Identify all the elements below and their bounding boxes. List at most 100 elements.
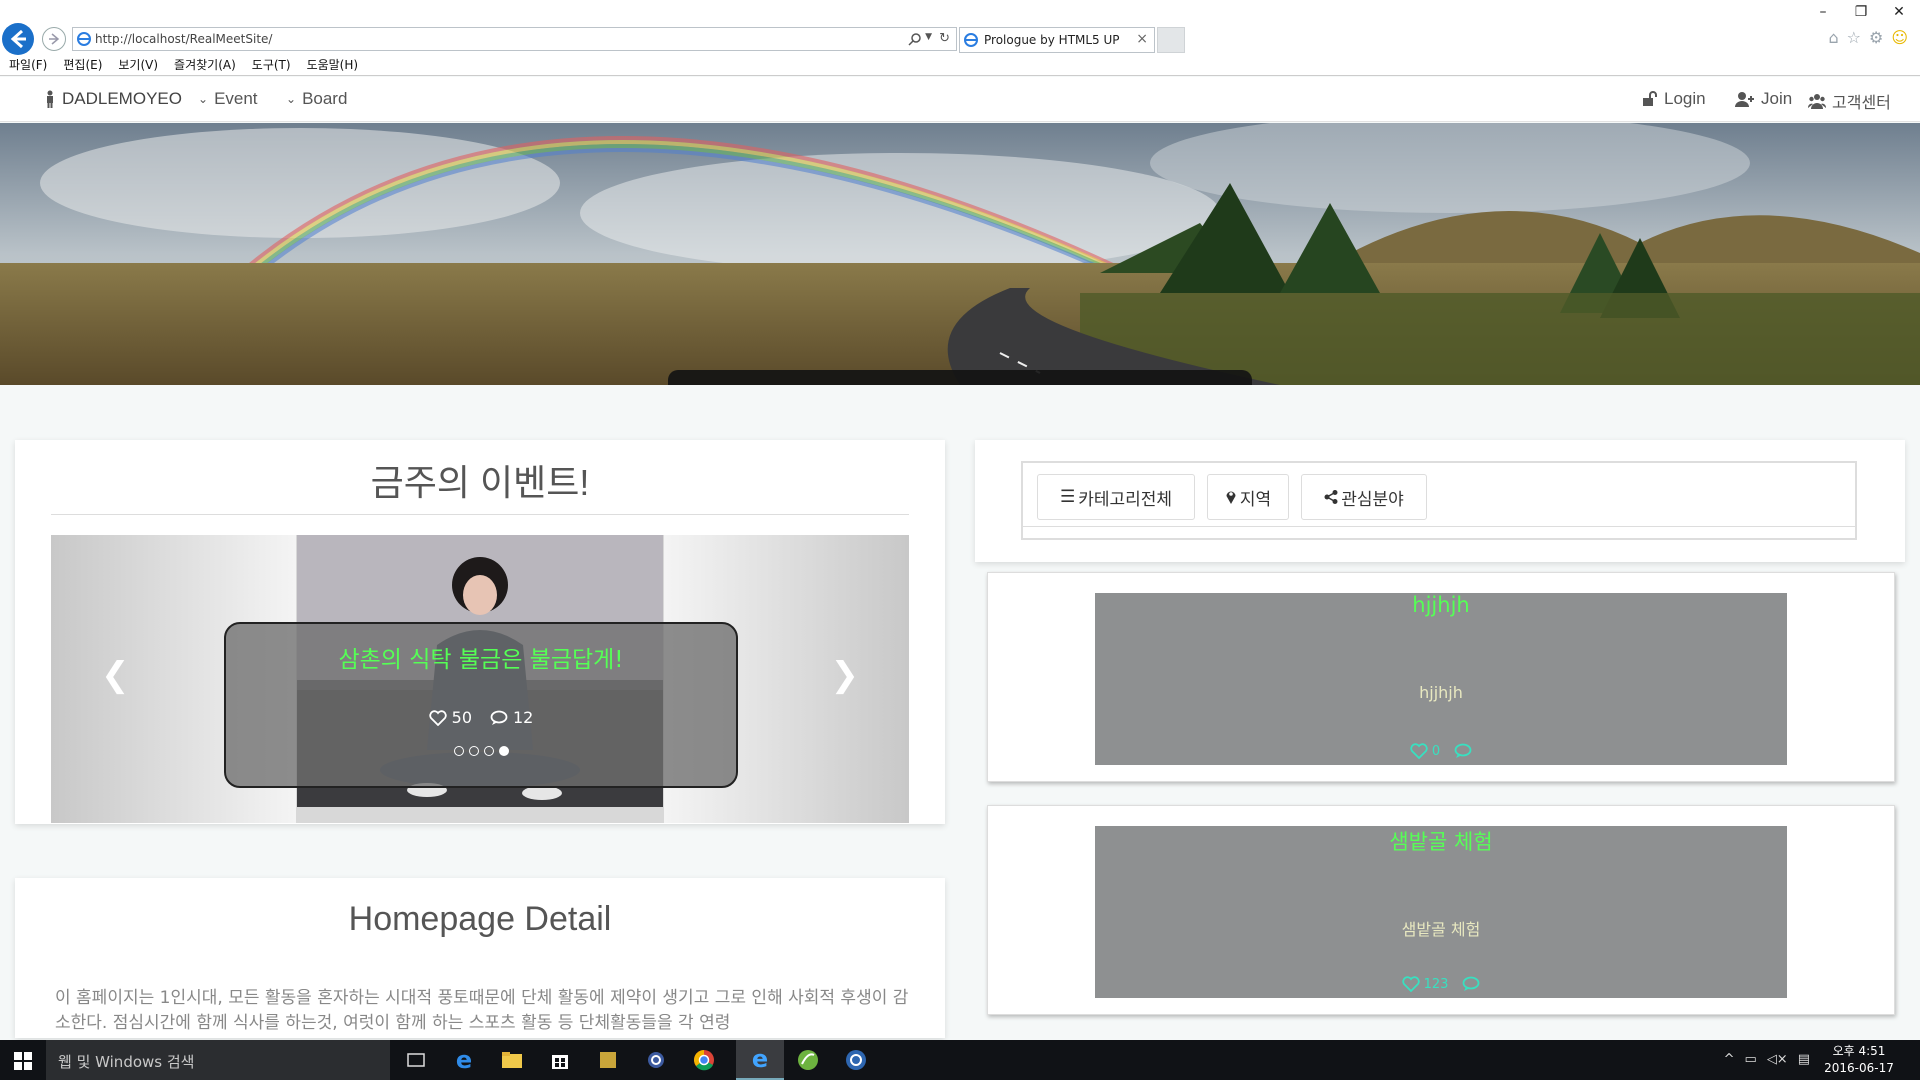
browser-tab[interactable]: Prologue by HTML5 UP ×: [959, 27, 1155, 53]
address-bar[interactable]: http://localhost/RealMeetSite/ ▼ ↻: [72, 27, 957, 51]
region-filter-label: 지역: [1239, 489, 1272, 510]
card-subtitle: 샘밭골 체험: [1401, 920, 1481, 939]
heart-icon[interactable]: [428, 709, 447, 726]
card-image: hjjhjh hjjhjh 0: [1095, 593, 1787, 765]
interest-filter-label: 관심분야: [1341, 489, 1404, 510]
carousel-indicator-dot[interactable]: [468, 746, 479, 756]
windows-taskbar: 웹 및 Windows 검색 e e ^ ▭ ◁× ▤ 오후 4:51 2016…: [0, 1040, 1920, 1080]
taskbar-search[interactable]: 웹 및 Windows 검색: [46, 1040, 390, 1080]
search-icon[interactable]: [908, 32, 922, 46]
smiley-icon[interactable]: ☺: [1891, 28, 1908, 47]
menu-view[interactable]: 보기(V): [118, 56, 158, 74]
event-carousel[interactable]: ❮ ❯ 삼촌의 식탁 불금은 불금답게! 50 12: [51, 535, 909, 823]
nav-join[interactable]: Join: [1735, 89, 1792, 109]
hero-title: DadleMoyeo에 오신 것을 환영합니다.: [668, 370, 1252, 385]
heart-icon[interactable]: [1401, 976, 1420, 992]
card-title[interactable]: hjjhjh: [1095, 593, 1787, 617]
menu-help[interactable]: 도움말(H): [307, 56, 359, 74]
carousel-indicator-dot[interactable]: [498, 746, 509, 756]
chevron-down-icon[interactable]: ▼: [925, 32, 932, 42]
notification-icon[interactable]: ▤: [1798, 1052, 1810, 1067]
close-window-button[interactable]: ✕: [1884, 4, 1914, 20]
spring-tool-icon[interactable]: [784, 1040, 832, 1080]
edge-browser-icon[interactable]: e: [440, 1040, 488, 1080]
ie-page-icon: [964, 33, 978, 47]
new-tab-button[interactable]: [1157, 27, 1185, 53]
file-explorer-icon[interactable]: [488, 1040, 536, 1080]
card-image: 샘밭골 체험 샘밭골 체험 123: [1095, 826, 1787, 998]
browser-toolbar-icons: ⌂ ☆ ⚙ ☺: [1828, 28, 1908, 47]
chevron-left-icon[interactable]: ❮: [101, 655, 130, 695]
menu-tools[interactable]: 도구(T): [252, 56, 291, 74]
store-icon[interactable]: [536, 1040, 584, 1080]
card-subtitle: hjjhjh: [1419, 683, 1463, 702]
person-icon: [47, 90, 53, 108]
card-stats: 0: [1095, 743, 1787, 759]
nav-event[interactable]: ⌄ Event: [198, 89, 258, 109]
menu-edit[interactable]: 편집(E): [63, 56, 102, 74]
divider: [51, 514, 909, 515]
favorites-star-icon[interactable]: ☆: [1847, 28, 1861, 47]
landscape-image: [0, 123, 1920, 385]
volume-muted-icon[interactable]: ◁×: [1767, 1052, 1788, 1067]
chevron-right-icon[interactable]: ❯: [831, 655, 860, 695]
task-view-icon[interactable]: [392, 1040, 440, 1080]
browser-chrome: http://localhost/RealMeetSite/ ▼ ↻ Prolo…: [0, 0, 1920, 76]
brand-label: DADLEMOYEO: [62, 89, 182, 108]
heart-icon[interactable]: [1410, 743, 1428, 759]
refresh-icon[interactable]: ↻: [939, 31, 950, 46]
app-icon[interactable]: [632, 1040, 680, 1080]
menu-favorites[interactable]: 즐겨찾기(A): [174, 56, 236, 74]
card-title[interactable]: 샘밭골 체험: [1095, 826, 1787, 856]
map-marker-icon: [1226, 491, 1236, 504]
nav-login[interactable]: Login: [1642, 89, 1706, 109]
forward-button[interactable]: [42, 27, 66, 51]
internet-explorer-icon[interactable]: e: [736, 1040, 784, 1080]
network-icon[interactable]: ▭: [1745, 1052, 1757, 1067]
region-filter-button[interactable]: 지역: [1207, 474, 1289, 520]
interest-filter-button[interactable]: 관심분야: [1301, 474, 1427, 520]
chrome-icon[interactable]: [680, 1040, 728, 1080]
nav-support[interactable]: 고객센터: [1808, 89, 1891, 113]
slide-likes: 50: [428, 708, 472, 727]
category-filter-label: 카테고리전체: [1078, 489, 1173, 510]
comment-icon[interactable]: [490, 710, 508, 726]
restore-button[interactable]: ❐: [1846, 4, 1876, 20]
app-icon[interactable]: [832, 1040, 880, 1080]
site-navbar: DADLEMOYEO ⌄ Event ⌄ Board Login Join 고객…: [0, 77, 1920, 122]
nav-support-label: 고객센터: [1832, 95, 1891, 112]
back-button[interactable]: [2, 23, 34, 55]
list-icon: ☰: [1059, 487, 1076, 507]
event-section-title: 금주의 이벤트!: [370, 462, 590, 503]
minimize-button[interactable]: –: [1808, 4, 1838, 20]
carousel-indicators: [226, 746, 736, 756]
ie-page-icon: [77, 32, 91, 46]
menu-bar: 파일(F) 편집(E) 보기(V) 즐겨찾기(A) 도구(T) 도움말(H): [0, 56, 358, 74]
carousel-indicator-dot[interactable]: [453, 746, 464, 756]
comment-icon[interactable]: [1462, 976, 1480, 992]
clock-date: 2016-06-17: [1824, 1061, 1894, 1075]
detail-section-body: 이 홈페이지는 1인시대, 모든 활동을 혼자하는 시대적 풍토때문에 단체 활…: [55, 988, 909, 1033]
gear-icon[interactable]: ⚙: [1869, 28, 1883, 47]
app-icon[interactable]: [584, 1040, 632, 1080]
card-likes-count: 123: [1423, 976, 1449, 992]
windows-start-icon[interactable]: [14, 1052, 32, 1070]
hero-banner: DadleMoyeo에 오신 것을 환영합니다.: [0, 123, 1920, 385]
card-stats: 123: [1095, 976, 1787, 992]
event-card[interactable]: hjjhjh hjjhjh 0: [987, 572, 1895, 782]
users-icon: [1808, 94, 1826, 109]
category-filter-button[interactable]: ☰ 카테고리전체: [1037, 474, 1195, 520]
card-likes: 0: [1410, 743, 1440, 759]
slide-title[interactable]: 삼촌의 식탁 불금은 불금답게!: [226, 640, 736, 674]
close-icon[interactable]: ×: [1136, 31, 1148, 47]
home-icon[interactable]: ⌂: [1828, 28, 1838, 47]
comment-icon[interactable]: [1454, 743, 1472, 759]
carousel-indicator-dot[interactable]: [483, 746, 494, 756]
event-card[interactable]: 샘밭골 체험 샘밭골 체험 123: [987, 805, 1895, 1015]
chevron-up-icon[interactable]: ^: [1724, 1052, 1735, 1067]
nav-board[interactable]: ⌄ Board: [286, 89, 347, 109]
taskbar-clock[interactable]: 오후 4:51 2016-06-17: [1814, 1043, 1904, 1077]
brand-link[interactable]: DADLEMOYEO: [44, 89, 182, 109]
card-likes: 123: [1401, 976, 1449, 992]
menu-file[interactable]: 파일(F): [9, 56, 47, 74]
